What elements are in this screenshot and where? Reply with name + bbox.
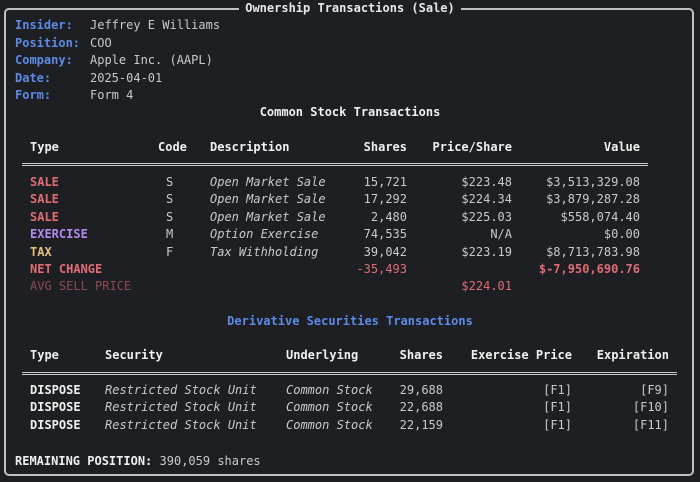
table-cell-price: $224.34 <box>461 192 512 207</box>
info-label: Company: <box>15 53 73 67</box>
common-stock-title: Common Stock Transactions <box>259 105 441 119</box>
net-change-value: $-7,950,690.76 <box>538 262 640 276</box>
info-value: Apple Inc. (AAPL) <box>90 53 213 67</box>
table-cell-price: N/A <box>490 227 512 242</box>
info-label: Insider: <box>15 18 73 32</box>
info-value: COO <box>90 35 112 50</box>
table-cell-code: S <box>166 209 174 224</box>
table-cell-type: TAX <box>30 244 52 259</box>
column-header: Code <box>158 140 187 154</box>
info-label: Form: <box>15 88 52 102</box>
table-cell-type: EXERCISE <box>30 227 88 242</box>
derivative-title: Derivative Securities Transactions <box>227 314 473 328</box>
table-cell-shares: 29,688 <box>399 383 443 397</box>
column-header: Type <box>30 140 59 154</box>
column-header: Shares <box>399 348 443 362</box>
table-cell-exercise-price: [F1] <box>543 383 572 397</box>
table-cell-price: $223.19 <box>461 244 512 259</box>
table-cell-shares: 15,721 <box>363 175 407 189</box>
table-cell-price: $223.48 <box>461 175 512 189</box>
table-cell-price: $225.03 <box>461 209 512 224</box>
remaining-value: 390,059 shares <box>159 454 261 468</box>
table-cell-value: $3,513,329.08 <box>546 175 640 189</box>
table-cell-value: $3,879,287.28 <box>546 192 640 207</box>
table-cell-type: DISPOSE <box>30 383 81 397</box>
panel-title-text: Ownership Transactions (Sale) <box>239 1 461 15</box>
common-header-rule <box>22 163 648 166</box>
info-value: Jeffrey E Williams <box>90 18 221 32</box>
table-cell-underlying: Common Stock <box>286 417 373 432</box>
column-header: Underlying <box>286 348 359 362</box>
avg-sell-price: $224.01 <box>461 279 512 293</box>
info-value: Form 4 <box>90 88 134 102</box>
avg-sell-label: AVG SELL PRICE <box>30 279 132 293</box>
column-header: Price/Share <box>432 140 512 154</box>
table-cell-description: Option Exercise <box>210 227 319 242</box>
table-cell-expiration: [F11] <box>632 417 669 432</box>
net-change-shares: -35,493 <box>356 262 407 276</box>
table-cell-underlying: Common Stock <box>286 400 373 415</box>
table-cell-expiration: [F10] <box>632 400 669 415</box>
table-cell-shares: 39,042 <box>363 244 407 259</box>
column-header: Shares <box>363 140 407 154</box>
table-cell-value: $558,074.40 <box>560 209 640 224</box>
column-header: Security <box>105 348 163 362</box>
table-cell-type: SALE <box>30 209 59 224</box>
remaining-label: REMAINING POSITION: <box>15 454 153 468</box>
table-cell-code: F <box>166 244 174 259</box>
derivative-header-rule <box>22 372 677 375</box>
table-cell-exercise-price: [F1] <box>543 400 572 415</box>
column-header: Description <box>210 140 290 154</box>
table-cell-code: S <box>166 192 174 207</box>
table-cell-type: DISPOSE <box>30 417 81 432</box>
column-header: Value <box>603 140 640 154</box>
table-cell-description: Tax Withholding <box>210 244 319 259</box>
table-cell-shares: 74,535 <box>363 227 407 242</box>
table-cell-shares: 22,688 <box>399 400 443 415</box>
table-cell-shares: 17,292 <box>363 192 407 207</box>
table-cell-description: Open Market Sale <box>210 192 326 207</box>
info-value: 2025-04-01 <box>90 70 163 85</box>
table-cell-value: $0.00 <box>603 227 640 242</box>
net-change-label: NET CHANGE <box>30 262 103 276</box>
table-cell-description: Open Market Sale <box>210 209 326 224</box>
info-label: Position: <box>15 35 81 50</box>
panel-title: Ownership Transactions (Sale) <box>0 0 700 17</box>
table-cell-shares: 2,480 <box>370 209 407 224</box>
table-cell-security: Restricted Stock Unit <box>105 383 257 397</box>
table-cell-type: SALE <box>30 192 59 207</box>
table-cell-code: S <box>166 175 174 189</box>
table-cell-security: Restricted Stock Unit <box>105 400 257 415</box>
info-label: Date: <box>15 70 52 85</box>
table-cell-code: M <box>166 227 174 242</box>
table-cell-type: DISPOSE <box>30 400 81 415</box>
table-cell-security: Restricted Stock Unit <box>105 417 257 432</box>
column-header: Type <box>30 348 59 362</box>
table-cell-shares: 22,159 <box>399 417 443 432</box>
table-cell-description: Open Market Sale <box>210 175 326 189</box>
column-header: Exercise Price <box>470 348 572 362</box>
table-cell-expiration: [F9] <box>640 383 669 397</box>
column-header: Expiration <box>596 348 669 362</box>
table-cell-exercise-price: [F1] <box>543 417 572 432</box>
table-cell-type: SALE <box>30 175 59 189</box>
remaining-position: REMAINING POSITION: 390,059 shares <box>15 453 261 470</box>
table-cell-underlying: Common Stock <box>286 383 373 397</box>
table-cell-value: $8,713,783.98 <box>546 244 640 259</box>
